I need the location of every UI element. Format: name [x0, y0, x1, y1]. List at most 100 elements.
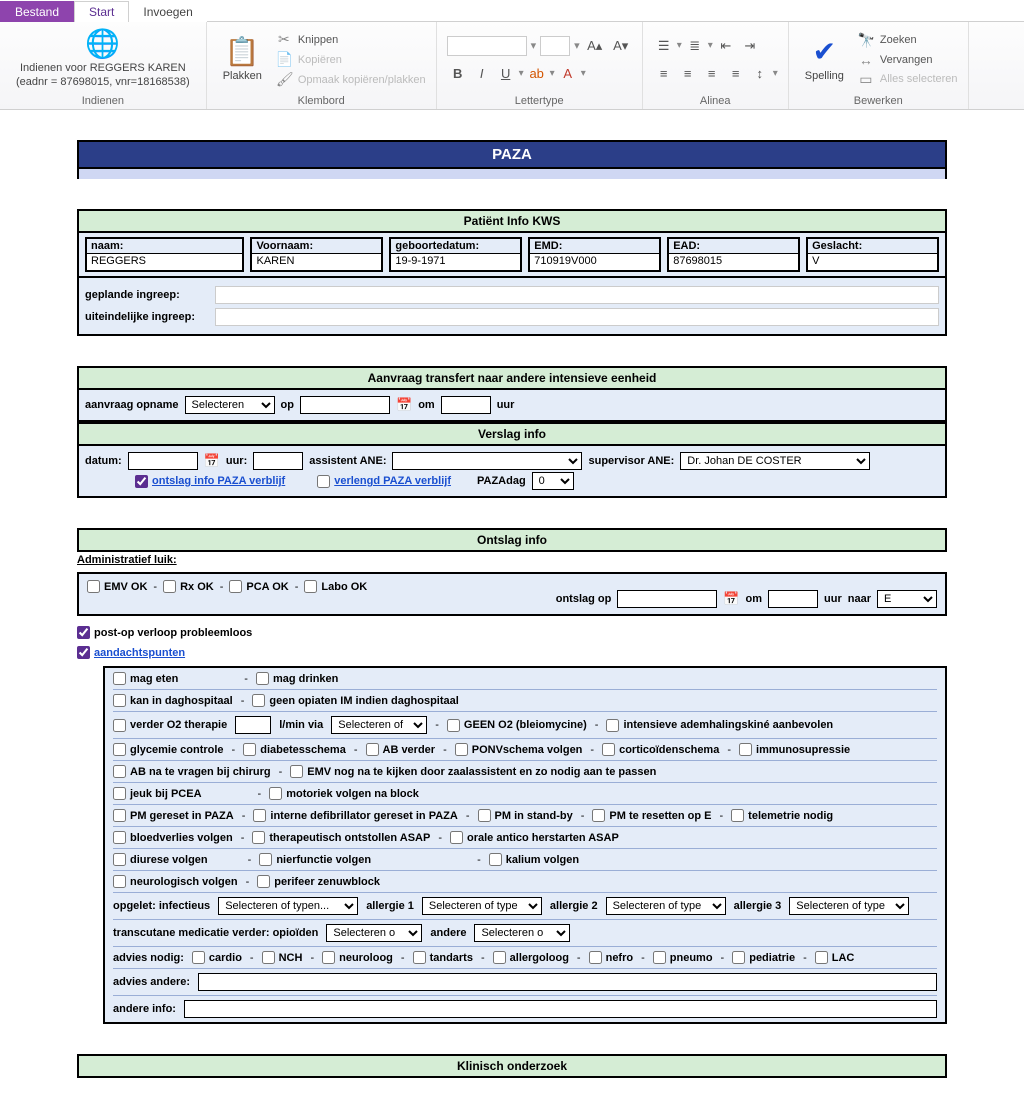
align-left-button[interactable]: ≡ — [653, 63, 675, 85]
defib-check[interactable]: interne defibrillator gereset in PAZA — [253, 809, 457, 822]
motoriek-check[interactable]: motoriek volgen na block — [269, 787, 419, 800]
chevron-down-icon[interactable]: ▾ — [574, 39, 580, 52]
ontstol-check[interactable]: therapeutisch ontstollen ASAP — [252, 831, 430, 844]
naar-select[interactable]: E — [877, 590, 937, 608]
chevron-down-icon[interactable]: ▾ — [550, 68, 555, 79]
calendar-icon[interactable]: 📅 — [396, 397, 412, 413]
andere-info-input[interactable] — [184, 1000, 937, 1018]
pazadag-select[interactable]: 0 — [532, 472, 574, 490]
opioiden-select[interactable]: Selecteren o — [326, 924, 422, 942]
replace-button[interactable]: ↔Vervangen — [858, 52, 958, 68]
grow-font-button[interactable]: A▴ — [584, 35, 606, 57]
emv-check[interactable]: EMV OK — [87, 580, 147, 593]
pca-check[interactable]: PCA OK — [229, 580, 288, 593]
geen-opiaten-check[interactable]: geen opiaten IM indien daghospitaal — [252, 694, 458, 707]
spelling-button[interactable]: ✔ Spelling — [799, 38, 850, 82]
pediatrie-check[interactable]: pediatrie — [732, 951, 795, 964]
tab-file[interactable]: Bestand — [0, 1, 74, 22]
highlight-button[interactable]: ab — [526, 63, 548, 85]
bloed-check[interactable]: bloedverlies volgen — [113, 831, 233, 844]
rx-check[interactable]: Rx OK — [163, 580, 214, 593]
ab-chirurg-check[interactable]: AB na te vragen bij chirurg — [113, 765, 271, 778]
o2-lmin-input[interactable] — [235, 716, 271, 734]
infectious-select[interactable]: Selecteren of typen... — [218, 897, 358, 915]
align-justify-button[interactable]: ≡ — [725, 63, 747, 85]
indent-button[interactable]: ⇥ — [739, 35, 761, 57]
shrink-font-button[interactable]: A▾ — [610, 35, 632, 57]
align-right-button[interactable]: ≡ — [701, 63, 723, 85]
verlengd-check[interactable]: verlengd PAZA verblijf — [317, 475, 451, 488]
labo-check[interactable]: Labo OK — [304, 580, 367, 593]
daghosp-check[interactable]: kan in daghospitaal — [113, 694, 233, 707]
font-color-button[interactable]: A — [557, 63, 579, 85]
o2-via-select[interactable]: Selecteren of — [331, 716, 427, 734]
underline-button[interactable]: U — [495, 63, 517, 85]
italic-button[interactable]: I — [471, 63, 493, 85]
font-family-input[interactable] — [447, 36, 527, 56]
glyc-check[interactable]: glycemie controle — [113, 743, 224, 756]
mag-eten-check[interactable]: mag eten — [113, 672, 178, 685]
bullets-button[interactable]: ☰ — [653, 35, 675, 57]
tab-start[interactable]: Start — [74, 1, 129, 22]
cardio-check[interactable]: cardio — [192, 951, 242, 964]
align-center-button[interactable]: ≡ — [677, 63, 699, 85]
ass-select[interactable] — [392, 452, 582, 470]
ponv-check[interactable]: PONVschema volgen — [455, 743, 583, 756]
datum-input[interactable] — [128, 452, 198, 470]
op-date-input[interactable] — [300, 396, 390, 414]
zenuwblock-check[interactable]: perifeer zenuwblock — [257, 875, 380, 888]
advies-andere-input[interactable] — [198, 973, 937, 991]
font-size-input[interactable] — [540, 36, 570, 56]
outdent-button[interactable]: ⇤ — [715, 35, 737, 57]
telemetrie-check[interactable]: telemetrie nodig — [731, 809, 833, 822]
pm-reset-check[interactable]: PM gereset in PAZA — [113, 809, 234, 822]
om-time-input[interactable] — [441, 396, 491, 414]
tab-insert[interactable]: Invoegen — [129, 2, 206, 22]
nch-check[interactable]: NCH — [262, 951, 303, 964]
neuro-check[interactable]: neurologisch volgen — [113, 875, 238, 888]
diab-check[interactable]: diabetesschema — [243, 743, 346, 756]
aanvraag-select[interactable]: Selecteren — [185, 396, 275, 414]
kalium-check[interactable]: kalium volgen — [489, 853, 579, 866]
tandarts-check[interactable]: tandarts — [413, 951, 473, 964]
postop-check[interactable]: post-op verloop probleemloos — [77, 626, 252, 639]
mag-drinken-check[interactable]: mag drinken — [256, 672, 338, 685]
allergie3-select[interactable]: Selecteren of type — [789, 897, 909, 915]
pneumo-check[interactable]: pneumo — [653, 951, 713, 964]
calendar-icon[interactable]: 📅 — [204, 453, 220, 469]
cut-button[interactable]: ✂Knippen — [276, 31, 426, 48]
pm-standby-check[interactable]: PM in stand-by — [478, 809, 573, 822]
bold-button[interactable]: B — [447, 63, 469, 85]
find-button[interactable]: 🔭Zoeken — [858, 32, 958, 49]
sup-select[interactable]: Dr. Johan DE COSTER — [680, 452, 870, 470]
andere-select[interactable]: Selecteren o — [474, 924, 570, 942]
chevron-down-icon[interactable]: ▾ — [581, 68, 586, 79]
diurese-check[interactable]: diurese volgen — [113, 853, 208, 866]
jeuk-check[interactable]: jeuk bij PCEA — [113, 787, 202, 800]
lac-check[interactable]: LAC — [815, 951, 855, 964]
ontslag-info-check[interactable]: ontslag info PAZA verblijf — [135, 475, 285, 488]
o2-therapie-check[interactable]: verder O2 therapie — [113, 719, 227, 732]
ademkine-check[interactable]: intensieve ademhalingskiné aanbevolen — [606, 719, 833, 732]
cortico-check[interactable]: corticoïdenschema — [602, 743, 719, 756]
paste-button[interactable]: 📋 Plakken — [217, 38, 268, 82]
numbering-button[interactable]: ≣ — [684, 35, 706, 57]
ontslag-time-input[interactable] — [768, 590, 818, 608]
pm-resetE-check[interactable]: PM te resetten op E — [592, 809, 711, 822]
final-input[interactable] — [215, 308, 939, 326]
line-spacing-button[interactable]: ↕ — [749, 63, 771, 85]
ontslag-date-input[interactable] — [617, 590, 717, 608]
orale-antico-check[interactable]: orale antico herstarten ASAP — [450, 831, 619, 844]
nefro-check[interactable]: nefro — [589, 951, 634, 964]
allergie2-select[interactable]: Selecteren of type — [606, 897, 726, 915]
immuno-check[interactable]: immunosupressie — [739, 743, 850, 756]
emv-zaal-check[interactable]: EMV nog na te kijken door zaalassistent … — [290, 765, 656, 778]
allergoloog-check[interactable]: allergoloog — [493, 951, 569, 964]
planned-input[interactable] — [215, 286, 939, 304]
submit-button[interactable]: 🌐 Indienen voor REGGERS KAREN (eadnr = 8… — [10, 30, 196, 88]
nierfunctie-check[interactable]: nierfunctie volgen — [259, 853, 371, 866]
geen-o2-check[interactable]: GEEN O2 (bleiomycine) — [447, 719, 587, 732]
ab-verder-check[interactable]: AB verder — [366, 743, 436, 756]
chevron-down-icon[interactable]: ▾ — [531, 39, 537, 52]
uur-input[interactable] — [253, 452, 303, 470]
